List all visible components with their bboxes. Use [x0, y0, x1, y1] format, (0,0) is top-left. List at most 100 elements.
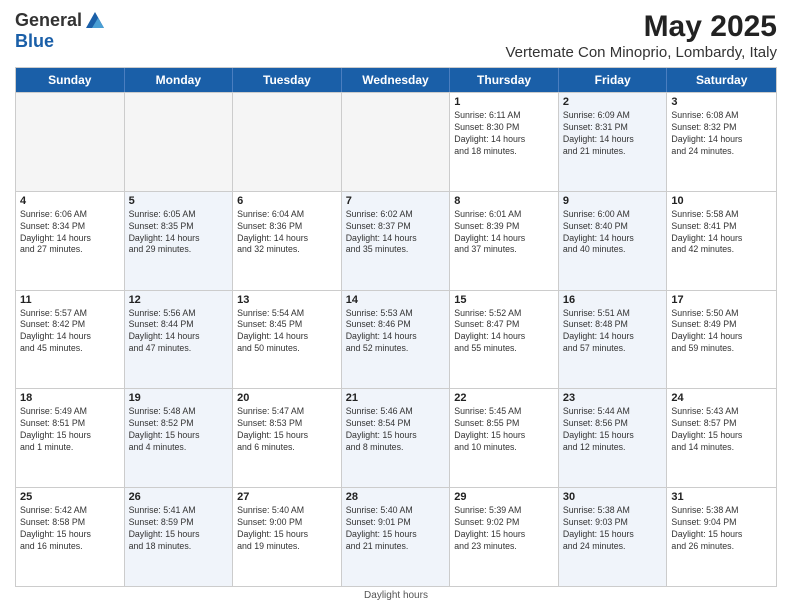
day-number: 23	[563, 392, 663, 404]
logo-general-text: General	[15, 11, 82, 31]
calendar-cell: 22 Sunrise: 5:45 AM Sunset: 8:55 PM Dayli…	[450, 389, 559, 487]
calendar-cell: 11 Sunrise: 5:57 AM Sunset: 8:42 PM Dayli…	[16, 291, 125, 389]
day-info: Sunrise: 5:54 AM Sunset: 8:45 PM Dayligh…	[237, 308, 337, 356]
calendar-cell: 16Sunrise: 5:51 AM Sunset: 8:48 PM Dayli…	[559, 291, 668, 389]
day-info: Sunrise: 5:40 AM Sunset: 9:01 PM Dayligh…	[346, 505, 446, 553]
header-day-monday: Monday	[125, 68, 234, 92]
calendar-header: SundayMondayTuesdayWednesdayThursdayFrid…	[16, 68, 776, 92]
day-number: 27	[237, 491, 337, 503]
day-info: Sunrise: 6:11 AM Sunset: 8:30 PM Dayligh…	[454, 110, 554, 158]
day-info: Sunrise: 5:49 AM Sunset: 8:51 PM Dayligh…	[20, 406, 120, 454]
calendar-cell: 20 Sunrise: 5:47 AM Sunset: 8:53 PM Dayli…	[233, 389, 342, 487]
day-number: 13	[237, 294, 337, 306]
day-number: 9	[563, 195, 663, 207]
header-day-saturday: Saturday	[667, 68, 776, 92]
calendar-cell: 27 Sunrise: 5:40 AM Sunset: 9:00 PM Dayli…	[233, 488, 342, 586]
subtitle: Vertemate Con Minoprio, Lombardy, Italy	[505, 44, 777, 61]
day-info: Sunrise: 5:51 AM Sunset: 8:48 PM Dayligh…	[563, 308, 663, 356]
day-number: 31	[671, 491, 772, 503]
calendar-cell: 12Sunrise: 5:56 AM Sunset: 8:44 PM Dayli…	[125, 291, 234, 389]
day-number: 30	[563, 491, 663, 503]
calendar-cell: 2 Sunrise: 6:09 AM Sunset: 8:31 PM Daylig…	[559, 93, 668, 191]
day-number: 14	[346, 294, 446, 306]
calendar-cell	[16, 93, 125, 191]
day-number: 5	[129, 195, 229, 207]
calendar-cell: 30 Sunrise: 5:38 AM Sunset: 9:03 PM Dayli…	[559, 488, 668, 586]
day-info: Sunrise: 6:00 AM Sunset: 8:40 PM Dayligh…	[563, 209, 663, 257]
calendar-body: 1Sunrise: 6:11 AM Sunset: 8:30 PM Daylig…	[16, 92, 776, 586]
header-day-thursday: Thursday	[450, 68, 559, 92]
calendar-cell: 6 Sunrise: 6:04 AM Sunset: 8:36 PM Daylig…	[233, 192, 342, 290]
header-day-sunday: Sunday	[16, 68, 125, 92]
day-number: 24	[671, 392, 772, 404]
day-info: Sunrise: 5:57 AM Sunset: 8:42 PM Dayligh…	[20, 308, 120, 356]
day-info: Sunrise: 5:50 AM Sunset: 8:49 PM Dayligh…	[671, 308, 772, 356]
calendar-cell: 3Sunrise: 6:08 AM Sunset: 8:32 PM Daylig…	[667, 93, 776, 191]
page: General Blue May 2025 Vertemate Con Mino…	[0, 0, 792, 612]
calendar-cell: 18 Sunrise: 5:49 AM Sunset: 8:51 PM Dayli…	[16, 389, 125, 487]
day-info: Sunrise: 5:40 AM Sunset: 9:00 PM Dayligh…	[237, 505, 337, 553]
day-info: Sunrise: 5:41 AM Sunset: 8:59 PM Dayligh…	[129, 505, 229, 553]
calendar-row-4: 18 Sunrise: 5:49 AM Sunset: 8:51 PM Dayli…	[16, 388, 776, 487]
calendar-cell	[233, 93, 342, 191]
day-number: 25	[20, 491, 120, 503]
main-title: May 2025	[505, 10, 777, 44]
calendar-cell: 28 Sunrise: 5:40 AM Sunset: 9:01 PM Dayli…	[342, 488, 451, 586]
calendar: SundayMondayTuesdayWednesdayThursdayFrid…	[15, 67, 777, 587]
calendar-cell: 7 Sunrise: 6:02 AM Sunset: 8:37 PM Daylig…	[342, 192, 451, 290]
calendar-cell: 14 Sunrise: 5:53 AM Sunset: 8:46 PM Dayli…	[342, 291, 451, 389]
calendar-row-2: 4 Sunrise: 6:06 AM Sunset: 8:34 PM Daylig…	[16, 191, 776, 290]
header-day-friday: Friday	[559, 68, 668, 92]
day-number: 10	[671, 195, 772, 207]
calendar-cell: 15Sunrise: 5:52 AM Sunset: 8:47 PM Dayli…	[450, 291, 559, 389]
day-number: 4	[20, 195, 120, 207]
day-info: Sunrise: 5:53 AM Sunset: 8:46 PM Dayligh…	[346, 308, 446, 356]
day-info: Sunrise: 6:02 AM Sunset: 8:37 PM Dayligh…	[346, 209, 446, 257]
calendar-cell: 19Sunrise: 5:48 AM Sunset: 8:52 PM Dayli…	[125, 389, 234, 487]
day-info: Sunrise: 5:56 AM Sunset: 8:44 PM Dayligh…	[129, 308, 229, 356]
logo-blue-text: Blue	[15, 32, 106, 52]
day-number: 7	[346, 195, 446, 207]
day-info: Sunrise: 5:42 AM Sunset: 8:58 PM Dayligh…	[20, 505, 120, 553]
day-info: Sunrise: 5:38 AM Sunset: 9:04 PM Dayligh…	[671, 505, 772, 553]
day-number: 28	[346, 491, 446, 503]
header-day-tuesday: Tuesday	[233, 68, 342, 92]
calendar-cell: 21Sunrise: 5:46 AM Sunset: 8:54 PM Dayli…	[342, 389, 451, 487]
calendar-cell: 26 Sunrise: 5:41 AM Sunset: 8:59 PM Dayli…	[125, 488, 234, 586]
day-info: Sunrise: 5:48 AM Sunset: 8:52 PM Dayligh…	[129, 406, 229, 454]
day-number: 18	[20, 392, 120, 404]
calendar-cell: 17Sunrise: 5:50 AM Sunset: 8:49 PM Dayli…	[667, 291, 776, 389]
day-number: 3	[671, 96, 772, 108]
day-info: Sunrise: 6:09 AM Sunset: 8:31 PM Dayligh…	[563, 110, 663, 158]
calendar-cell: 9 Sunrise: 6:00 AM Sunset: 8:40 PM Daylig…	[559, 192, 668, 290]
calendar-cell: 29Sunrise: 5:39 AM Sunset: 9:02 PM Dayli…	[450, 488, 559, 586]
day-info: Sunrise: 5:47 AM Sunset: 8:53 PM Dayligh…	[237, 406, 337, 454]
day-info: Sunrise: 5:44 AM Sunset: 8:56 PM Dayligh…	[563, 406, 663, 454]
day-info: Sunrise: 6:01 AM Sunset: 8:39 PM Dayligh…	[454, 209, 554, 257]
day-number: 22	[454, 392, 554, 404]
day-number: 21	[346, 392, 446, 404]
day-info: Sunrise: 5:38 AM Sunset: 9:03 PM Dayligh…	[563, 505, 663, 553]
calendar-row-3: 11 Sunrise: 5:57 AM Sunset: 8:42 PM Dayli…	[16, 290, 776, 389]
day-number: 20	[237, 392, 337, 404]
header: General Blue May 2025 Vertemate Con Mino…	[15, 10, 777, 61]
day-info: Sunrise: 6:05 AM Sunset: 8:35 PM Dayligh…	[129, 209, 229, 257]
day-number: 29	[454, 491, 554, 503]
calendar-cell: 10Sunrise: 5:58 AM Sunset: 8:41 PM Dayli…	[667, 192, 776, 290]
day-info: Sunrise: 6:04 AM Sunset: 8:36 PM Dayligh…	[237, 209, 337, 257]
calendar-row-5: 25 Sunrise: 5:42 AM Sunset: 8:58 PM Dayli…	[16, 487, 776, 586]
calendar-cell: 4 Sunrise: 6:06 AM Sunset: 8:34 PM Daylig…	[16, 192, 125, 290]
day-info: Sunrise: 5:45 AM Sunset: 8:55 PM Dayligh…	[454, 406, 554, 454]
calendar-row-1: 1Sunrise: 6:11 AM Sunset: 8:30 PM Daylig…	[16, 92, 776, 191]
calendar-cell	[125, 93, 234, 191]
logo-icon	[84, 10, 106, 32]
day-number: 2	[563, 96, 663, 108]
day-number: 11	[20, 294, 120, 306]
day-info: Sunrise: 6:06 AM Sunset: 8:34 PM Dayligh…	[20, 209, 120, 257]
day-number: 26	[129, 491, 229, 503]
day-number: 8	[454, 195, 554, 207]
calendar-cell	[342, 93, 451, 191]
footer-note: Daylight hours	[15, 587, 777, 602]
header-day-wednesday: Wednesday	[342, 68, 451, 92]
day-number: 6	[237, 195, 337, 207]
